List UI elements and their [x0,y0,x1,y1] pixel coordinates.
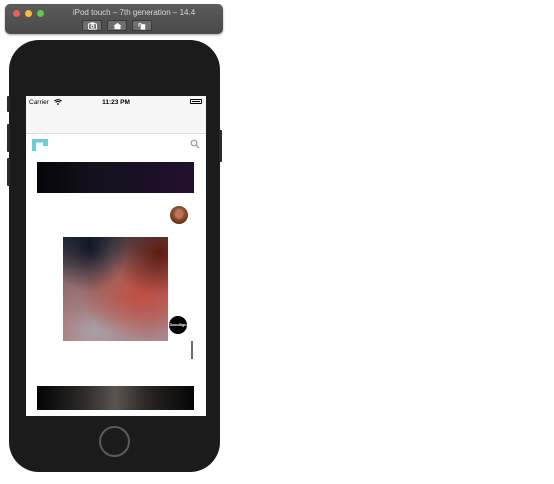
window-title: iPod touch – 7th generation – 14.4 [72,8,196,17]
mute-switch[interactable] [7,96,10,112]
feed-photo[interactable] [63,237,168,341]
zoom-window-button[interactable] [37,10,44,17]
screenshot-button[interactable] [82,20,102,31]
docusign-badge[interactable]: DocuSign [169,316,187,334]
rotate-button[interactable] [132,20,152,31]
volume-up-button[interactable] [7,124,10,152]
device-home-button[interactable] [99,426,130,457]
minimize-window-button[interactable] [25,10,32,17]
home-icon [112,22,122,29]
logo-icon[interactable] [32,139,48,151]
top-banner-image[interactable] [37,162,194,193]
volume-down-button[interactable] [7,158,10,186]
navigation-bar [26,110,206,134]
simulator-titlebar: iPod touch – 7th generation – 14.4 [5,4,223,34]
device-screen: Carrier 11:23 PM DocuSign [26,96,206,416]
power-button[interactable] [219,130,222,162]
app-header [26,134,206,154]
status-time: 11:23 PM [102,99,130,106]
avatar[interactable] [170,206,188,224]
search-icon[interactable] [190,139,200,149]
status-bar: Carrier 11:23 PM [26,96,206,110]
scroll-indicator [191,341,193,359]
close-window-button[interactable] [13,10,20,17]
camera-icon [87,21,97,30]
rotate-icon [137,22,145,30]
home-button[interactable] [107,20,127,31]
bottom-banner-image[interactable] [37,386,194,410]
battery-icon [190,99,202,104]
